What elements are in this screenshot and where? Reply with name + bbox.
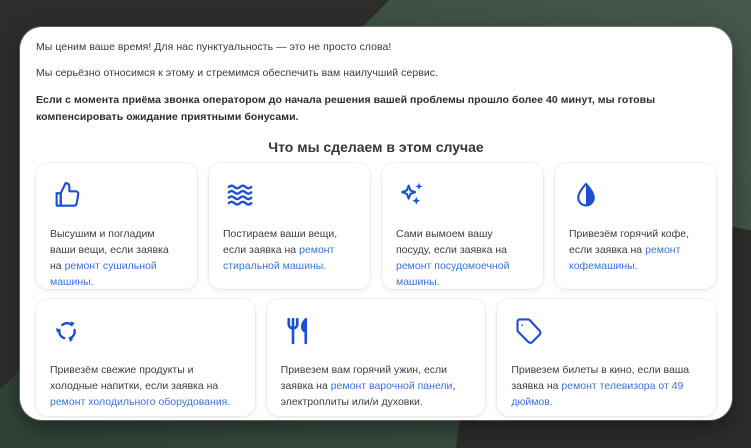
bonus-card-text: Привезём свежие продукты и холодные напи…: [50, 362, 241, 410]
bonus-card-coffee: Привезём горячий кофе, если заявка на ре…: [555, 163, 716, 289]
tag-icon: [513, 316, 543, 346]
water-drop-icon: [571, 180, 601, 210]
section-heading: Что мы сделаем в этом случае: [36, 139, 716, 155]
bonus-card-link[interactable]: ремонт сушильной машины.: [50, 260, 157, 288]
bonus-card-text: Привезем вам горячий ужин, если заявка н…: [281, 362, 472, 410]
bonus-card-cinema: Привезем билеты в кино, если ваша заявка…: [497, 299, 716, 416]
waves-icon: [225, 180, 255, 210]
bonus-card-link[interactable]: ремонт холодильного оборудования.: [50, 396, 230, 408]
bonus-card-text-before: Сами вымоем вашу посуду, если заявка на: [396, 228, 507, 256]
utensils-icon: [283, 316, 313, 346]
thumbs-up-icon: [52, 180, 82, 210]
bonus-card-text: Сами вымоем вашу посуду, если заявка на …: [396, 226, 529, 289]
bonus-cards-row-1: Высушим и погладим ваши вещи, если заявк…: [36, 163, 716, 289]
intro-line-2: Мы серьёзно относимся к этому и стремимс…: [36, 66, 716, 81]
bonus-card-drying: Высушим и погладим ваши вещи, если заявк…: [36, 163, 197, 289]
bonus-card-link[interactable]: ремонт посудомоечной машины.: [396, 260, 509, 288]
bonus-card-text-before: Привезём свежие продукты и холодные напи…: [50, 364, 218, 392]
bonus-card-fridge: Привезём свежие продукты и холодные напи…: [36, 299, 255, 416]
bonus-card-text: Постираем ваши вещи, если заявка на ремо…: [223, 226, 356, 274]
bonus-card-dinner: Привезем вам горячий ужин, если заявка н…: [267, 299, 486, 416]
bonus-cards-row-2: Привезём свежие продукты и холодные напи…: [36, 299, 716, 416]
intro-line-1: Мы ценим ваше время! Для нас пунктуально…: [36, 40, 716, 55]
sparkles-icon: [398, 180, 428, 210]
bonus-card-dishes: Сами вымоем вашу посуду, если заявка на …: [382, 163, 543, 289]
intro-line-3-bold: Если с момента приёма звонка оператором …: [36, 92, 716, 126]
bonus-card-text: Привезем билеты в кино, если ваша заявка…: [511, 362, 702, 410]
bonus-card-link[interactable]: ремонт варочной панели: [331, 380, 453, 392]
recycle-icon: [52, 316, 82, 346]
bonus-card-text: Высушим и погладим ваши вещи, если заявк…: [50, 226, 183, 289]
bonus-card-washing: Постираем ваши вещи, если заявка на ремо…: [209, 163, 370, 289]
punctuality-panel: Мы ценим ваше время! Для нас пунктуально…: [20, 27, 732, 420]
bonus-card-text: Привезём горячий кофе, если заявка на ре…: [569, 226, 702, 274]
